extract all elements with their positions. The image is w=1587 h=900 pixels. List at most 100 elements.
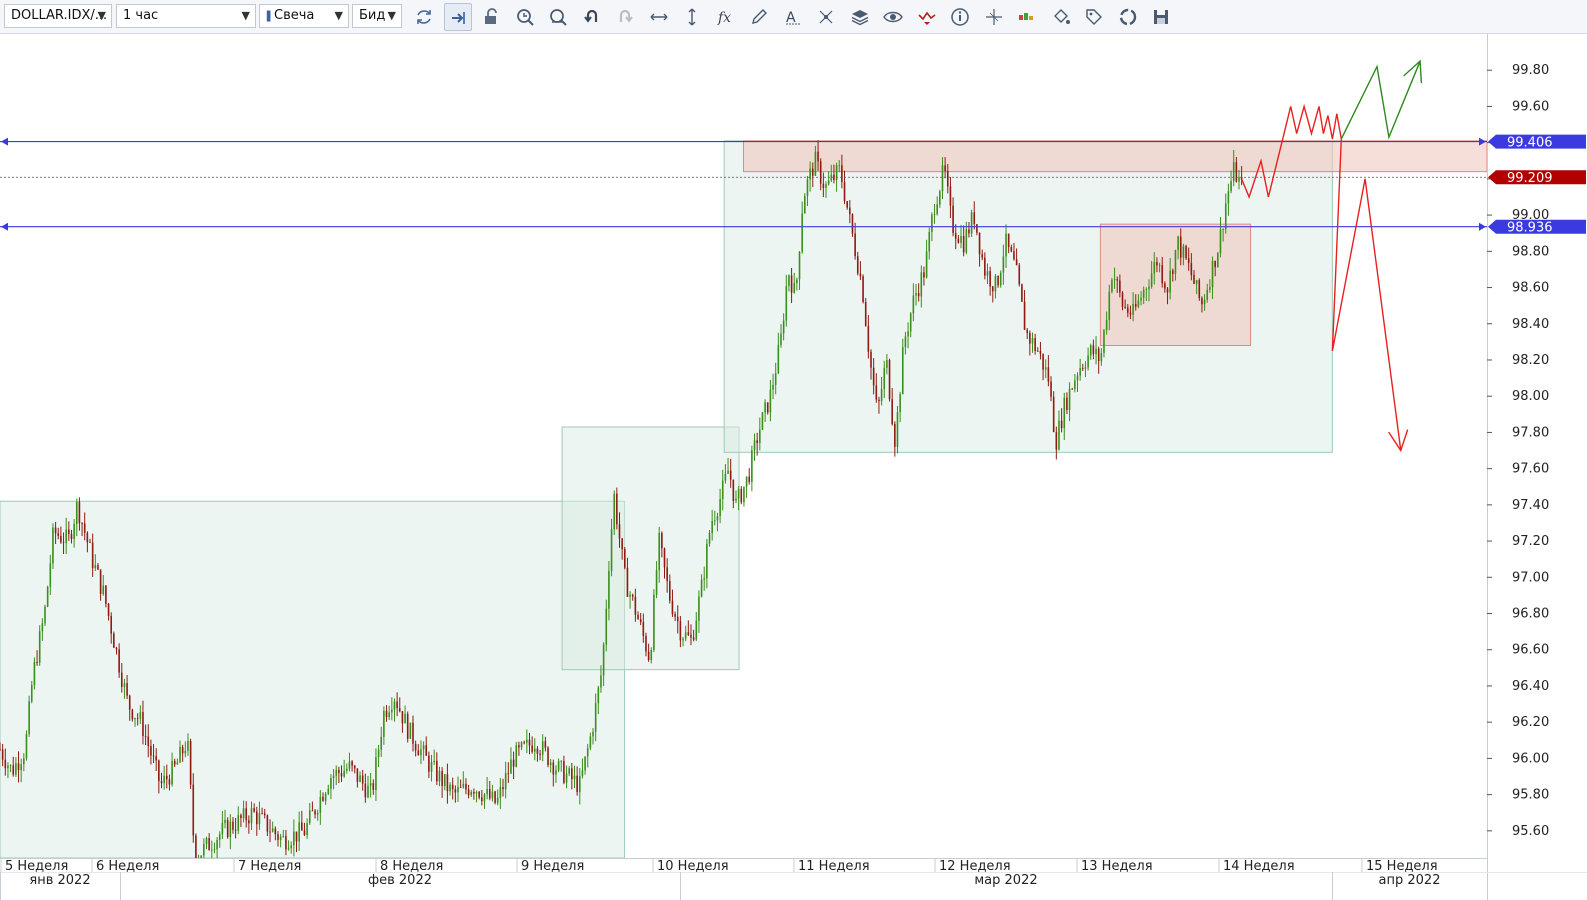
- horizontal-scale-button[interactable]: [645, 3, 673, 31]
- candle-body: [1209, 287, 1211, 290]
- candle-body: [700, 579, 703, 597]
- circle-refresh-button[interactable]: [1114, 3, 1142, 31]
- candle-body: [380, 736, 383, 750]
- candle-body: [888, 360, 891, 400]
- candle: [1052, 391, 1055, 433]
- candle-body: [446, 774, 449, 792]
- candle-body: [126, 683, 128, 696]
- candle: [653, 589, 655, 653]
- lock-button[interactable]: [477, 3, 505, 31]
- candle-body: [30, 685, 33, 702]
- candle-body: [1201, 298, 1203, 305]
- layers-button[interactable]: [846, 3, 874, 31]
- candle: [616, 487, 618, 530]
- candle-body: [766, 402, 769, 413]
- candle-body: [708, 532, 711, 544]
- candle-body: [843, 181, 846, 202]
- undo-button[interactable]: [578, 3, 606, 31]
- candle-body: [679, 621, 682, 641]
- candle: [896, 405, 899, 454]
- candle-body: [396, 701, 398, 709]
- price-tick-label: 97.60: [1512, 462, 1549, 477]
- candle-body: [158, 760, 160, 782]
- candle-body: [1142, 289, 1145, 298]
- candle-body: [4, 759, 7, 769]
- candle-body: [851, 214, 854, 234]
- vertical-scale-button[interactable]: [678, 3, 706, 31]
- pattern-tool-button[interactable]: [812, 3, 840, 31]
- price-chart[interactable]: 99.8099.6099.4099.2099.0098.8098.6098.40…: [0, 34, 1587, 900]
- candle-body: [470, 791, 473, 796]
- zone-red-3[interactable]: [743, 140, 1488, 173]
- candle-body: [939, 191, 941, 205]
- zone-red-4[interactable]: [1099, 223, 1252, 346]
- candle-body: [526, 739, 528, 743]
- candle-body: [226, 819, 229, 838]
- candle-body: [597, 687, 600, 704]
- candle-body: [1021, 284, 1023, 302]
- candle-body: [152, 755, 155, 757]
- shift-chart-button[interactable]: [443, 3, 472, 31]
- candle-body: [645, 635, 647, 652]
- candle-body: [224, 819, 226, 824]
- chevron-down-icon: ▼: [97, 9, 106, 22]
- candle-body: [1018, 265, 1021, 285]
- tag-button[interactable]: [1080, 3, 1108, 31]
- time-axis[interactable]: 5 Неделя 6 Неделя 7 Неделя 8 Неделя 9 Неделя…: [0, 858, 1587, 900]
- pencil-draw-button[interactable]: [745, 3, 773, 31]
- candle-body: [1100, 352, 1103, 362]
- candle-body: [113, 633, 115, 648]
- candle-body: [555, 770, 557, 775]
- candle-body: [25, 733, 28, 759]
- forecast-path-red-2[interactable]: [1331, 138, 1402, 451]
- candle-body: [650, 649, 653, 661]
- trade-signal-button[interactable]: [913, 3, 941, 31]
- candle-body: [1185, 246, 1187, 259]
- candle-body: [454, 789, 457, 793]
- info-button[interactable]: [946, 3, 974, 31]
- candle-body: [997, 276, 999, 286]
- symbol-select[interactable]: DOLLAR.IDX/... ▼: [4, 4, 112, 28]
- eye-button[interactable]: [879, 3, 907, 31]
- chart-style-select[interactable]: ❚Свеча ▼: [259, 4, 349, 28]
- zone-green-1[interactable]: [561, 426, 740, 671]
- zoom-out-button[interactable]: [544, 3, 572, 31]
- candle-body: [1079, 368, 1081, 376]
- price-axis[interactable]: 99.8099.6099.4099.2099.0098.8098.6098.40…: [1487, 34, 1587, 900]
- candle-body: [1134, 303, 1137, 307]
- chevron-down-icon: ▼: [334, 9, 343, 22]
- candle-body: [772, 384, 774, 390]
- volume-profile-button[interactable]: [1013, 3, 1041, 31]
- candle-body: [295, 831, 298, 842]
- candle-body: [856, 256, 859, 274]
- forecast-path-green-1[interactable]: [1340, 60, 1421, 140]
- timeframe-select[interactable]: 1 час ▼: [116, 4, 256, 28]
- candle-body: [584, 756, 586, 771]
- text-tool-button[interactable]: A: [779, 3, 807, 31]
- price-side-select[interactable]: Бид ▼: [352, 4, 402, 28]
- candle-body: [912, 295, 915, 314]
- candle-body: [1005, 233, 1007, 257]
- paint-bucket-button[interactable]: [1047, 3, 1075, 31]
- candle-body: [894, 423, 896, 447]
- candle-body: [1164, 283, 1166, 289]
- zoom-in-button[interactable]: [511, 3, 539, 31]
- candle-body: [666, 567, 668, 582]
- candle-body: [1095, 348, 1097, 355]
- candle-body: [102, 585, 105, 594]
- crosshair-button[interactable]: [980, 3, 1008, 31]
- candle-body: [1052, 396, 1055, 433]
- redo-button[interactable]: [611, 3, 639, 31]
- save-button[interactable]: [1147, 3, 1175, 31]
- candle-body: [240, 815, 242, 819]
- candle-body: [205, 838, 208, 845]
- candle-body: [351, 761, 353, 766]
- candle-body: [70, 533, 73, 539]
- candle-body: [60, 535, 62, 543]
- candle-body: [549, 762, 552, 766]
- candle-body: [782, 320, 785, 334]
- refresh-button[interactable]: [410, 3, 438, 31]
- indicators-fx-button[interactable]: fx: [712, 3, 740, 31]
- candle-body: [703, 578, 706, 580]
- candle-body: [872, 367, 875, 386]
